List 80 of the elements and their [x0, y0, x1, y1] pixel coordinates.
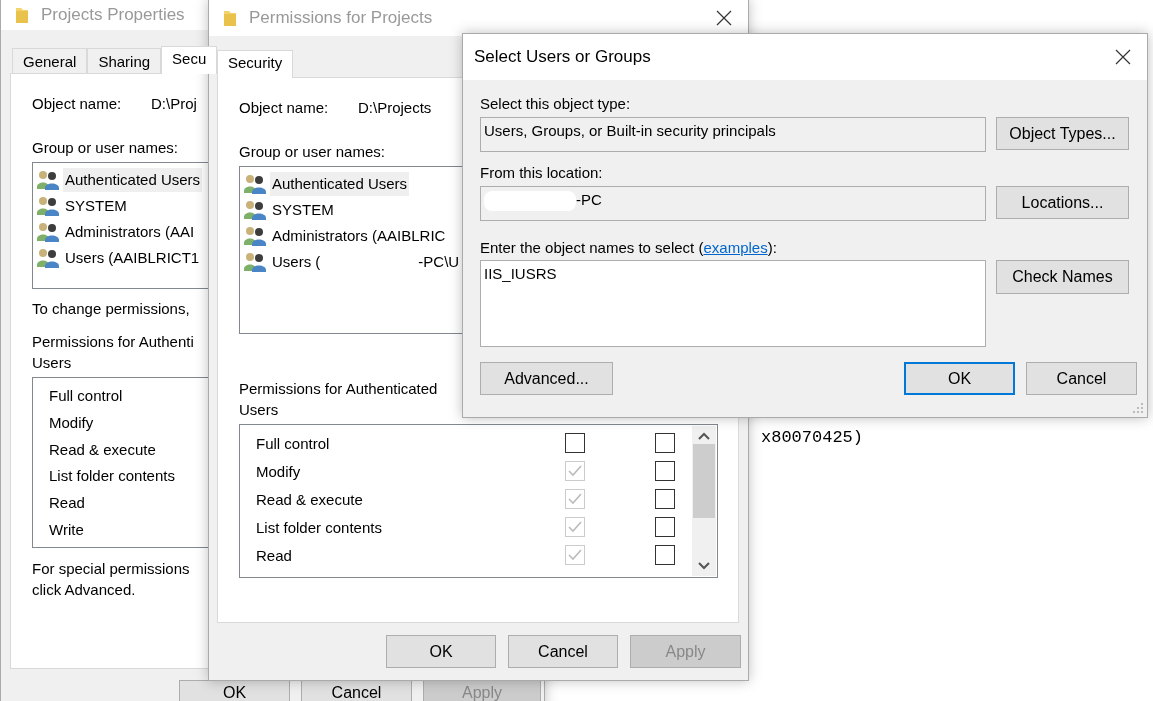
- users-icon: [37, 222, 59, 242]
- user-list-item[interactable]: Authenticated Users: [63, 168, 203, 192]
- permission-name: Read & execute: [256, 490, 364, 508]
- users-icon: [244, 226, 266, 246]
- hint-text: click Advanced.: [32, 580, 136, 600]
- tab[interactable]: Security: [217, 50, 294, 78]
- object-type-field: Users, Groups, or Built-in security principals: [480, 117, 986, 152]
- scroll-down-icon[interactable]: [698, 562, 710, 570]
- dialog-button[interactable]: OK: [904, 362, 1015, 395]
- scrollbar[interactable]: [692, 426, 716, 576]
- users-icon: [37, 248, 59, 268]
- close-icon[interactable]: [716, 10, 732, 26]
- object-types-button[interactable]: Object Types...: [996, 117, 1129, 150]
- user-list-item[interactable]: -PC\U: [416, 250, 462, 274]
- close-icon[interactable]: [1115, 49, 1131, 65]
- deny-checkbox[interactable]: [655, 517, 675, 537]
- user-list-item[interactable]: Users (AAIBLRICT1: [63, 246, 202, 270]
- resize-grip-icon[interactable]: [1132, 402, 1144, 414]
- permission-name: Full control: [49, 386, 123, 404]
- field-label: From this location:: [480, 164, 603, 181]
- location-field: -PC: [480, 186, 986, 221]
- user-list-item[interactable]: Authenticated Users: [270, 172, 410, 196]
- check-names-button[interactable]: Check Names: [996, 260, 1129, 294]
- field-label: Object name:: [32, 95, 123, 112]
- locations-button[interactable]: Locations...: [996, 186, 1129, 219]
- deny-checkbox[interactable]: [655, 433, 675, 453]
- allow-checkbox[interactable]: [565, 433, 585, 453]
- deny-checkbox[interactable]: [655, 461, 675, 481]
- permission-name: Read & execute: [49, 440, 156, 458]
- examples-link[interactable]: examples: [703, 239, 768, 256]
- tab[interactable]: General: [12, 48, 88, 73]
- permission-name: Write: [49, 521, 84, 539]
- users-icon: [37, 170, 59, 190]
- user-list-item[interactable]: Administrators (AAIBLRIC: [270, 224, 448, 248]
- console-text: x80070425): [761, 428, 864, 447]
- dialog-button[interactable]: OK: [179, 680, 290, 701]
- folder-icon: [15, 6, 29, 24]
- window-title: Permissions for Projects: [249, 8, 433, 28]
- user-list-item[interactable]: Administrators (AAI: [63, 220, 197, 244]
- object-name-value: D:\Proj: [151, 95, 197, 112]
- window-title: Projects Properties: [41, 5, 185, 25]
- scroll-up-icon[interactable]: [698, 432, 710, 440]
- field-label: Group or user names:: [239, 143, 385, 160]
- dialog-button[interactable]: Cancel: [1026, 362, 1137, 395]
- permission-name: List folder contents: [49, 467, 175, 485]
- permission-name: Modify: [256, 462, 302, 480]
- users-icon: [37, 196, 59, 216]
- deny-checkbox[interactable]: [655, 489, 675, 509]
- object-names-field[interactable]: IIS_IUSRS: [480, 260, 986, 347]
- user-list-item[interactable]: Users (: [270, 250, 323, 274]
- object-name-value: D:\Projects: [358, 99, 432, 116]
- tab[interactable]: Secu: [161, 46, 218, 74]
- window-title: Select Users or Groups: [474, 47, 651, 67]
- users-icon: [244, 200, 266, 220]
- advanced-button[interactable]: Advanced...: [480, 362, 613, 395]
- permissions-label: Permissions for Authenticated Users: [239, 379, 439, 420]
- tab[interactable]: Sharing: [87, 48, 162, 73]
- field-label: Object name:: [239, 99, 330, 116]
- permission-name: Full control: [256, 434, 331, 452]
- permission-name: Read: [256, 546, 293, 564]
- field-label: Group or user names:: [32, 139, 178, 156]
- folder-icon: [223, 9, 237, 27]
- hint-text: For special permissions: [32, 559, 190, 579]
- deny-checkbox[interactable]: [655, 545, 675, 565]
- field-label: Select this object type:: [480, 95, 631, 112]
- dialog-button[interactable]: Cancel: [301, 680, 412, 701]
- field-label: Enter the object names to select (: [480, 239, 704, 256]
- permissions-label: Users: [32, 353, 72, 373]
- users-icon: [244, 252, 266, 272]
- dialog-button[interactable]: OK: [386, 635, 496, 668]
- user-list-item[interactable]: SYSTEM: [63, 194, 129, 218]
- user-list-item[interactable]: SYSTEM: [270, 198, 336, 222]
- permissions-label: Permissions for Authenti: [32, 332, 194, 352]
- permission-name: Modify: [49, 413, 94, 431]
- permission-name: List folder contents: [256, 518, 383, 536]
- field-label: ):: [767, 239, 777, 256]
- users-icon: [244, 174, 266, 194]
- hint-text: To change permissions,: [32, 300, 190, 317]
- permission-name: Read: [49, 494, 85, 512]
- dialog-button[interactable]: Cancel: [508, 635, 618, 668]
